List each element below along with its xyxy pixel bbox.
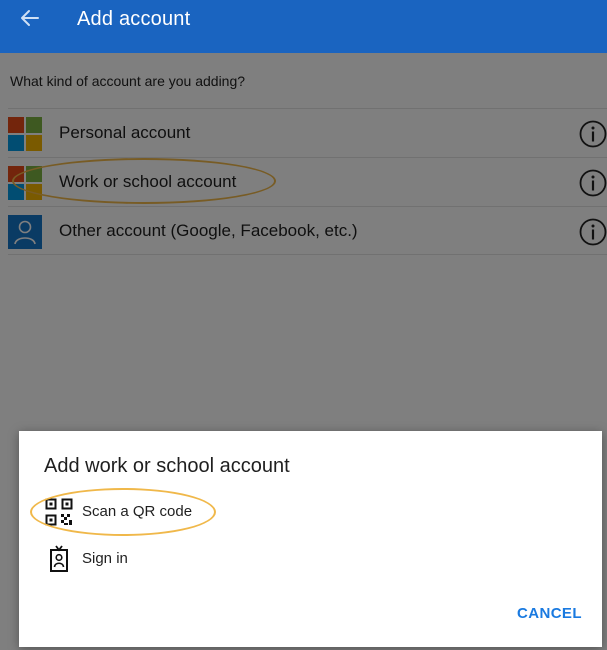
- dialog-title: Add work or school account: [44, 455, 290, 477]
- option-label: Scan a QR code: [82, 503, 193, 520]
- option-label: Sign in: [82, 550, 128, 567]
- app-bar: Add account: [0, 0, 607, 53]
- qr-code-icon: [45, 498, 73, 526]
- scan-qr-code-option[interactable]: Scan a QR code: [45, 496, 345, 528]
- add-work-account-dialog: Add work or school account Scan a QR cod…: [19, 431, 602, 647]
- cancel-button[interactable]: CANCEL: [517, 605, 582, 622]
- id-badge-icon: [50, 545, 68, 572]
- page-title: Add account: [77, 8, 191, 30]
- sign-in-option[interactable]: Sign in: [45, 543, 345, 575]
- arrow-left-icon[interactable]: [18, 6, 42, 30]
